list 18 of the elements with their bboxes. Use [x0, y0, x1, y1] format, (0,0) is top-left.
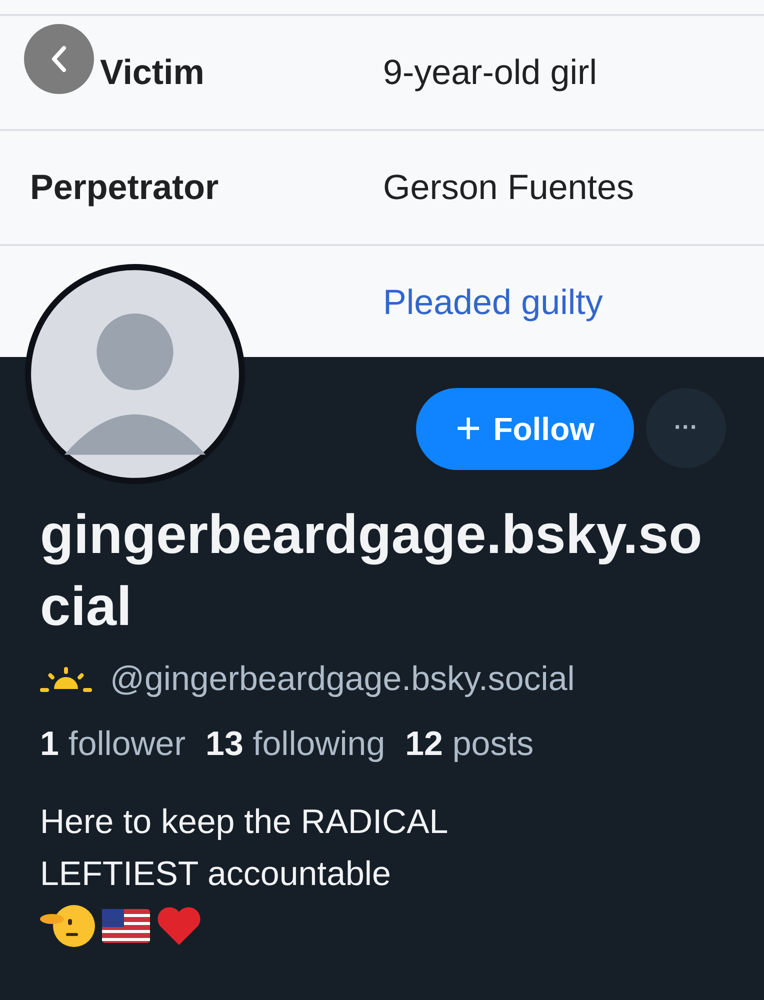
- follow-button[interactable]: + Follow: [416, 388, 634, 470]
- table-link[interactable]: Pleaded guilty: [383, 282, 603, 322]
- sunrise-icon: [40, 664, 92, 694]
- table-cell: Victim: [100, 52, 204, 92]
- salute-face-icon: [40, 903, 96, 949]
- user-handle: @gingerbeardgage.bsky.social: [110, 660, 575, 699]
- table-cell: Gerson Fuentes: [383, 168, 634, 208]
- more-button[interactable]: ···: [646, 388, 726, 468]
- table-cell: 9-year-old girl: [383, 52, 597, 92]
- display-name: gingerbeardgage.bsky.social: [40, 502, 704, 639]
- bio-text: LEFTIEST accountable: [40, 854, 392, 895]
- profile-stat[interactable]: 12 posts: [405, 725, 534, 764]
- table-cell: Perpetrator: [30, 168, 219, 206]
- bio-text: Here to keep the RADICAL: [40, 802, 450, 843]
- profile-stat[interactable]: 13 following: [206, 725, 386, 764]
- flag-icon: [102, 909, 150, 943]
- heart-icon: [156, 905, 202, 947]
- profile-stat[interactable]: 1 follower: [40, 725, 186, 764]
